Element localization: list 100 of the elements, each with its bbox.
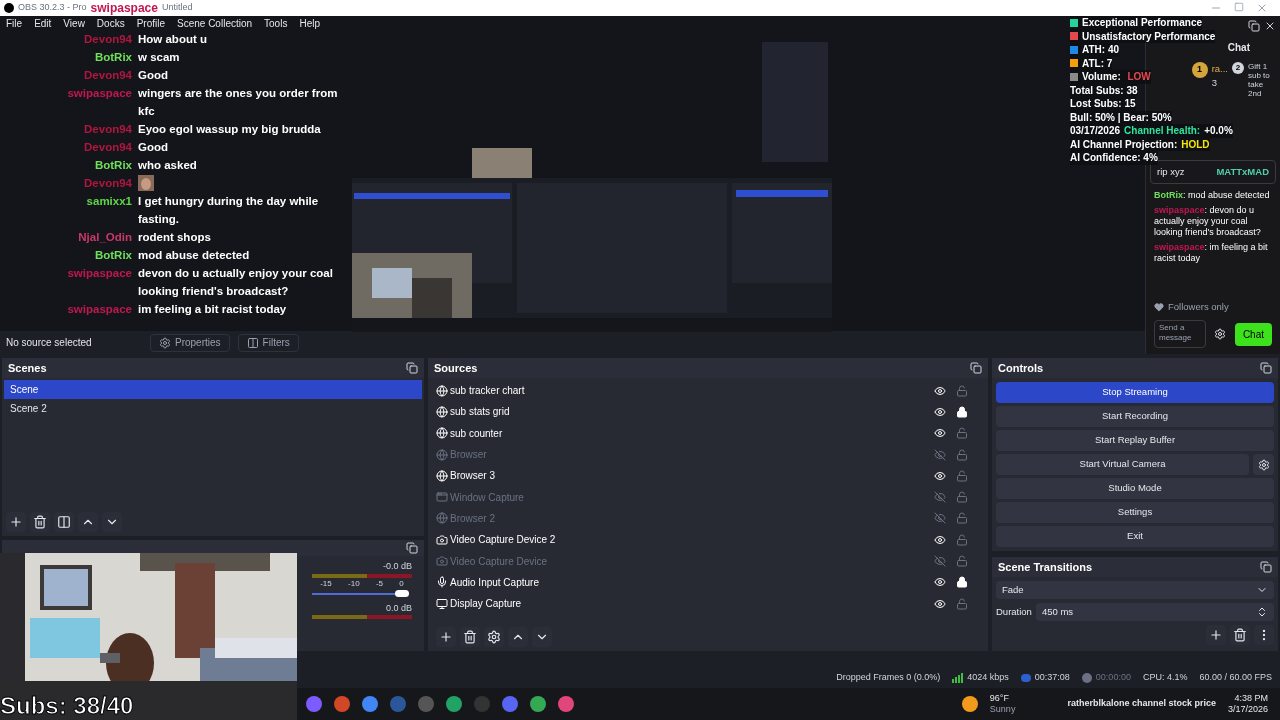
- delete-button[interactable]: [1230, 625, 1250, 645]
- source-name: Video Capture Device: [450, 554, 548, 569]
- source-item[interactable]: sub counter: [436, 422, 980, 444]
- filters-button[interactable]: Filters: [237, 333, 299, 352]
- properties-button[interactable]: Properties: [150, 333, 230, 352]
- source-type-icon: [436, 448, 448, 461]
- menu-item[interactable]: Profile: [136, 15, 165, 31]
- source-item[interactable]: sub stats grid: [436, 401, 980, 423]
- message-field[interactable]: Send a message: [1154, 320, 1206, 348]
- menu-item[interactable]: Help: [299, 15, 320, 31]
- app-icon[interactable]: [390, 696, 406, 712]
- close-icon[interactable]: [1264, 20, 1276, 32]
- app-icon[interactable]: [558, 696, 574, 712]
- visibility-icon[interactable]: [934, 533, 946, 546]
- visibility-icon[interactable]: [934, 597, 946, 610]
- popout-icon[interactable]: [1260, 362, 1272, 374]
- app-icon[interactable]: [502, 696, 518, 712]
- settings-button[interactable]: [1253, 454, 1274, 475]
- window-title: OBS 30.2.3 - Pro: [18, 1, 87, 15]
- unlock-icon[interactable]: [956, 384, 968, 397]
- unlock-icon[interactable]: [956, 448, 968, 461]
- source-item[interactable]: sub tracker chart: [436, 380, 980, 402]
- window-title: Untitled: [161, 1, 193, 15]
- menu-item[interactable]: View: [63, 15, 85, 31]
- menu-item[interactable]: Scene Collection: [177, 15, 253, 31]
- chat-button[interactable]: Chat: [1234, 322, 1272, 346]
- chat-text: rodent shops: [138, 230, 212, 245]
- menu-item[interactable]: Tools: [264, 15, 288, 31]
- duration-field[interactable]: 450 ms: [1035, 603, 1274, 621]
- weather: Sunny: [989, 704, 1016, 715]
- unlock-icon[interactable]: [956, 555, 968, 567]
- more-button[interactable]: [1254, 625, 1274, 645]
- source-name: sub tracker chart: [450, 384, 525, 399]
- scene-item[interactable]: Scene 2: [4, 399, 422, 418]
- move-down-button[interactable]: [102, 512, 122, 532]
- filters-button[interactable]: [54, 512, 74, 532]
- stat-text: +0.0%: [1204, 124, 1233, 138]
- menu-item[interactable]: Edit: [34, 15, 52, 31]
- unlock-icon[interactable]: [956, 533, 968, 546]
- chat-message: BotRix: mod abuse detected: [1154, 190, 1271, 201]
- app-icon[interactable]: [530, 696, 546, 712]
- menu-item[interactable]: Docks: [96, 15, 125, 31]
- lock-icon[interactable]: [956, 405, 968, 418]
- popout-icon[interactable]: [970, 362, 982, 374]
- control-button[interactable]: Start Replay Buffer: [996, 430, 1274, 451]
- move-up-button[interactable]: [78, 512, 98, 532]
- source-item[interactable]: Display Capture: [436, 592, 980, 615]
- delete-button[interactable]: [30, 512, 50, 532]
- popout-icon[interactable]: [406, 362, 418, 374]
- app-icon[interactable]: [306, 696, 322, 712]
- settings-icon[interactable]: [1214, 328, 1226, 340]
- visibility-icon[interactable]: [934, 576, 946, 589]
- control-button[interactable]: Start Virtual Camera: [996, 454, 1249, 475]
- chat-message: swipaspace: im feeling a bit racist today: [1154, 242, 1269, 264]
- popout-icon[interactable]: [406, 542, 418, 554]
- source-item[interactable]: Video Capture Device 2: [436, 529, 980, 551]
- hidden-icon[interactable]: [934, 491, 946, 504]
- chat-text: Good: [138, 140, 170, 155]
- transition-select[interactable]: Fade: [996, 581, 1274, 599]
- add-button[interactable]: [1206, 625, 1226, 645]
- visibility-icon[interactable]: [934, 469, 946, 482]
- app-icon[interactable]: [334, 696, 350, 712]
- delete-button[interactable]: [460, 627, 480, 647]
- control-button[interactable]: Start Recording: [996, 406, 1274, 427]
- visibility-icon[interactable]: [934, 384, 946, 397]
- control-button[interactable]: Exit: [996, 526, 1274, 547]
- visibility-icon[interactable]: [934, 405, 946, 418]
- popout-icon[interactable]: [1260, 561, 1272, 573]
- app-icon[interactable]: [446, 696, 462, 712]
- control-button[interactable]: Settings: [996, 502, 1274, 523]
- visibility-icon[interactable]: [934, 427, 946, 440]
- move-down-button[interactable]: [532, 627, 552, 647]
- settings-button[interactable]: [484, 627, 504, 647]
- hidden-icon[interactable]: [934, 512, 946, 525]
- chat-username: samixx1: [85, 194, 132, 209]
- add-button[interactable]: [436, 627, 456, 647]
- app-icon[interactable]: [362, 696, 378, 712]
- unlock-icon[interactable]: [956, 427, 968, 440]
- unlock-icon[interactable]: [956, 491, 968, 504]
- control-button[interactable]: Studio Mode: [996, 478, 1274, 499]
- stream-icon: [1020, 674, 1031, 682]
- unlock-icon[interactable]: [956, 597, 968, 610]
- lock-icon[interactable]: [956, 576, 968, 589]
- add-button[interactable]: [6, 512, 26, 532]
- source-item[interactable]: Audio Input Capture: [436, 571, 980, 593]
- menu-item[interactable]: File: [6, 15, 23, 31]
- scene-item[interactable]: Scene: [4, 380, 422, 399]
- slider-thumb[interactable]: [395, 590, 409, 597]
- record-icon: [1081, 673, 1092, 683]
- unlock-icon[interactable]: [956, 469, 968, 482]
- hidden-icon[interactable]: [934, 555, 946, 567]
- control-button[interactable]: Stop Streaming: [996, 382, 1274, 403]
- legend-label: Volume:: [1082, 70, 1122, 84]
- unlock-icon[interactable]: [956, 512, 968, 525]
- move-up-button[interactable]: [508, 627, 528, 647]
- title-overlay-text: swipaspace: [90, 0, 158, 17]
- chat-username: swipaspace: [66, 302, 132, 317]
- source-item[interactable]: Browser 3: [436, 465, 980, 487]
- hidden-icon[interactable]: [934, 448, 946, 461]
- popout-icon[interactable]: [1248, 20, 1260, 32]
